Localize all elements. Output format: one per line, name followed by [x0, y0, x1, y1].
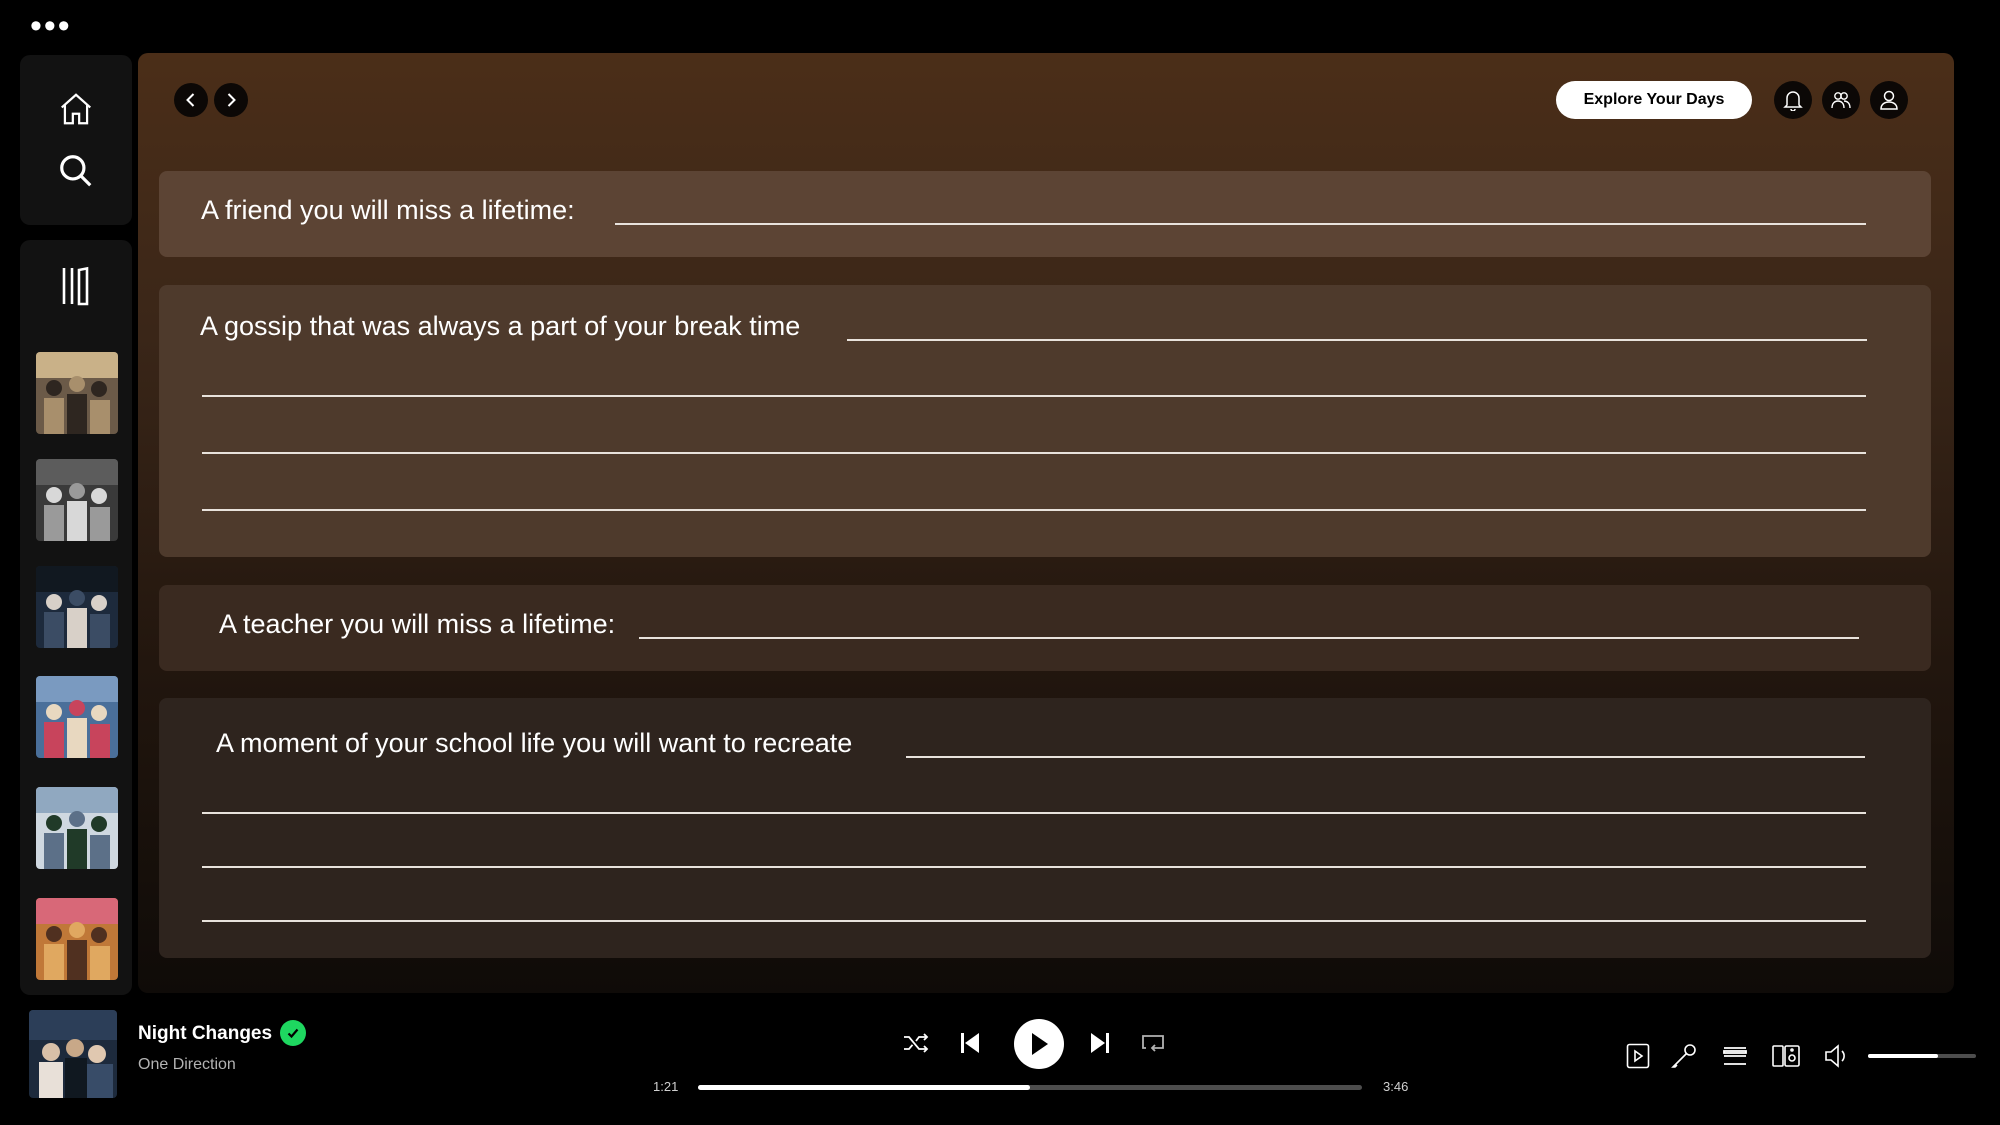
library-icon[interactable]	[56, 264, 96, 308]
volume-fill	[1868, 1054, 1939, 1058]
nav-panel	[20, 55, 132, 225]
answer-line[interactable]	[906, 756, 1865, 758]
connect-device-icon[interactable]	[1770, 1040, 1802, 1072]
playlist-thumbnail-group-photo-saree[interactable]	[36, 676, 118, 758]
play-button[interactable]	[1014, 1019, 1064, 1069]
library-panel	[20, 240, 132, 995]
now-playing-cover[interactable]	[29, 1010, 117, 1098]
answer-line[interactable]	[202, 812, 1866, 814]
lyrics-icon[interactable]	[1668, 1040, 1700, 1072]
explore-your-days-button[interactable]: Explore Your Days	[1556, 81, 1752, 119]
answer-line[interactable]	[615, 223, 1866, 225]
forward-arrow-icon[interactable]	[214, 83, 248, 117]
answer-line[interactable]	[202, 452, 1866, 454]
prompt-card-friend: A friend you will miss a lifetime:	[159, 171, 1931, 257]
prompt-moment: A moment of your school life you will wa…	[216, 728, 853, 758]
prompt-card-gossip: A gossip that was always a part of your …	[159, 285, 1931, 557]
back-arrow-icon[interactable]	[174, 83, 208, 117]
queue-icon[interactable]	[1719, 1040, 1751, 1072]
friends-icon[interactable]	[1822, 81, 1860, 119]
prompt-gossip: A gossip that was always a part of your …	[200, 311, 801, 341]
repeat-icon[interactable]	[1137, 1027, 1169, 1059]
now-playing-view-icon[interactable]	[1622, 1040, 1654, 1072]
shuffle-icon[interactable]	[900, 1027, 932, 1059]
playlist-thumbnail-black-white-collage[interactable]	[36, 459, 118, 541]
search-icon[interactable]	[54, 149, 98, 193]
more-dots-icon[interactable]: •••	[30, 9, 72, 43]
progress-bar[interactable]	[698, 1085, 1362, 1090]
playlist-thumbnail-group-photo-1[interactable]	[36, 352, 118, 434]
player-bar: Night Changes One Direction 1:21 3:46	[0, 995, 2000, 1125]
volume-icon[interactable]	[1822, 1040, 1854, 1072]
main-content: Explore Your Days A friend you will miss…	[138, 53, 1954, 993]
answer-line[interactable]	[202, 395, 1866, 397]
answer-line[interactable]	[639, 637, 1859, 639]
prompt-friend: A friend you will miss a lifetime:	[201, 195, 575, 225]
liked-check-icon[interactable]	[280, 1020, 306, 1046]
home-icon[interactable]	[54, 87, 98, 131]
user-icon[interactable]	[1870, 81, 1908, 119]
next-track-icon[interactable]	[1084, 1027, 1116, 1059]
answer-line[interactable]	[847, 339, 1867, 341]
playlist-thumbnail-group-photo-dark[interactable]	[36, 566, 118, 648]
track-title[interactable]: Night Changes	[138, 1023, 272, 1045]
playlist-thumbnail-class-photo[interactable]	[36, 787, 118, 869]
answer-line[interactable]	[202, 866, 1866, 868]
answer-line[interactable]	[202, 920, 1866, 922]
answer-line[interactable]	[202, 509, 1866, 511]
prompt-card-teacher: A teacher you will miss a lifetime:	[159, 585, 1931, 671]
volume-slider[interactable]	[1868, 1054, 1976, 1058]
bell-icon[interactable]	[1774, 81, 1812, 119]
duration-time: 3:46	[1383, 1079, 1409, 1094]
prompt-teacher: A teacher you will miss a lifetime:	[219, 609, 616, 639]
track-artist[interactable]: One Direction	[138, 1056, 236, 1074]
previous-track-icon[interactable]	[954, 1027, 986, 1059]
progress-fill	[698, 1085, 1030, 1090]
prompt-card-moment: A moment of your school life you will wa…	[159, 698, 1931, 958]
playlist-thumbnail-family-photo[interactable]	[36, 898, 118, 980]
elapsed-time: 1:21	[653, 1079, 679, 1094]
